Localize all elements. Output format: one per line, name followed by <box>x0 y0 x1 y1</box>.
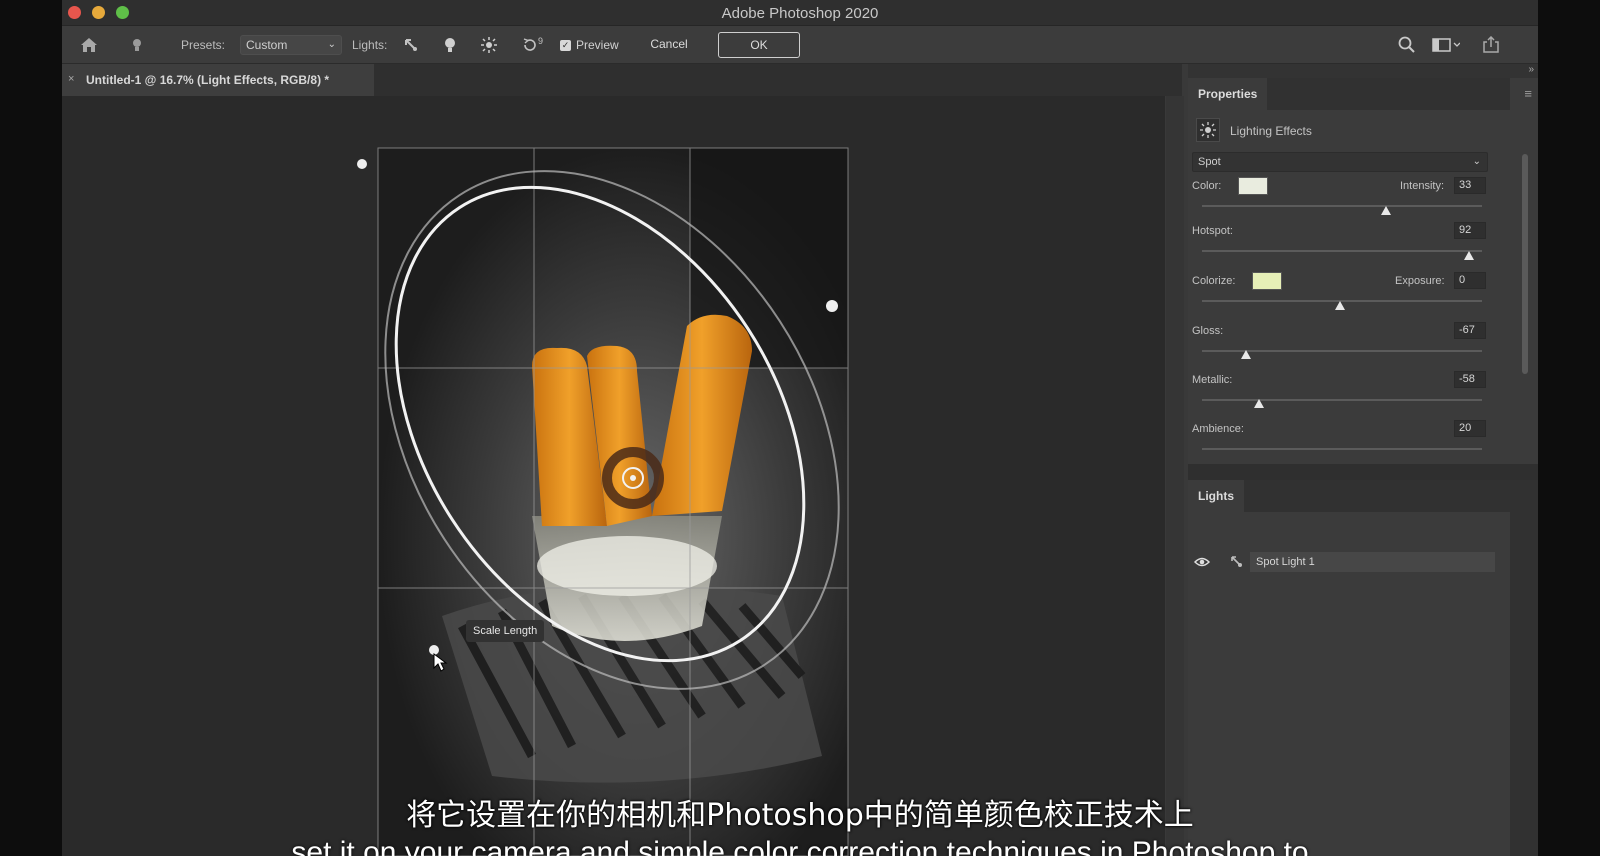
light-type-dropdown[interactable]: Spot ⌄ <box>1192 152 1488 172</box>
light-type-value: Spot <box>1198 156 1221 168</box>
search-icon <box>1398 36 1415 53</box>
gloss-value[interactable]: -67 <box>1454 322 1486 339</box>
close-tab-icon[interactable]: × <box>68 73 74 85</box>
preview-checkbox[interactable]: ✓ Preview <box>560 26 619 64</box>
metallic-slider-thumb[interactable] <box>1254 399 1264 408</box>
share-icon <box>1483 36 1499 53</box>
panel-divider <box>1188 464 1538 480</box>
workspace-icon <box>1432 38 1460 52</box>
add-spot-light-button[interactable] <box>403 26 419 64</box>
properties-scrollbar[interactable] <box>1522 154 1528 374</box>
exposure-value[interactable]: 0 <box>1454 272 1486 289</box>
add-point-light-button[interactable] <box>444 26 456 64</box>
eye-icon[interactable] <box>1194 556 1210 568</box>
panel-collapse-strip[interactable]: » <box>1188 64 1538 78</box>
exposure-label: Exposure: <box>1395 275 1445 287</box>
workspace-button[interactable] <box>1432 26 1460 64</box>
intensity-slider-track[interactable] <box>1202 205 1482 207</box>
title-bar: Adobe Photoshop 2020 <box>62 0 1538 26</box>
search-button[interactable] <box>1398 26 1416 64</box>
collapse-icon[interactable]: » <box>1528 64 1534 75</box>
lighting-effects-icon <box>1196 118 1220 142</box>
infinite-light-icon <box>481 37 497 53</box>
presets-value: Custom <box>246 38 288 52</box>
home-icon <box>81 38 97 52</box>
presets-dropdown[interactable]: Custom ⌄ <box>240 35 342 55</box>
intensity-value[interactable]: 33 <box>1454 177 1486 194</box>
intensity-label: Intensity: <box>1400 180 1445 192</box>
options-bar: Presets: Custom ⌄ Lights: 9 ✓ Preview Ca… <box>62 26 1538 64</box>
light-list-item[interactable]: Spot Light 1 <box>1188 552 1510 574</box>
exposure-slider-thumb[interactable] <box>1335 301 1345 310</box>
ellipse-handle-right[interactable] <box>826 300 838 312</box>
reset-superscript: 9 <box>538 36 544 46</box>
colorize-label: Colorize: <box>1192 275 1236 287</box>
chevron-down-icon: ⌄ <box>327 39 336 50</box>
canvas-scrollbar[interactable] <box>1166 96 1184 856</box>
share-button[interactable] <box>1482 26 1500 64</box>
scale-length-tooltip: Scale Length <box>466 620 545 642</box>
chevron-down-icon: ⌄ <box>1472 156 1481 167</box>
canvas-image[interactable] <box>62 96 1165 856</box>
checkmark-icon: ✓ <box>560 39 571 51</box>
ellipse-handle-top[interactable] <box>357 159 367 169</box>
document-tab-bar: × Untitled-1 @ 16.7% (Light Effects, RGB… <box>62 64 1182 96</box>
gloss-label: Gloss: <box>1192 325 1224 337</box>
metallic-label: Metallic: <box>1192 374 1233 386</box>
spot-light-icon <box>1231 556 1242 567</box>
hotspot-value[interactable]: 92 <box>1454 222 1486 239</box>
properties-header: Properties <box>1188 78 1510 110</box>
effect-name: Lighting Effects <box>1230 124 1312 138</box>
ambience-slider-track[interactable] <box>1202 448 1482 450</box>
canvas-area[interactable]: Scale Length <box>62 96 1165 856</box>
gloss-slider-thumb[interactable] <box>1241 350 1251 359</box>
tab-lights[interactable]: Lights <box>1188 480 1244 512</box>
cancel-button[interactable]: Cancel <box>634 32 704 58</box>
color-swatch[interactable] <box>1238 177 1268 195</box>
metallic-value[interactable]: -58 <box>1454 371 1486 388</box>
light-name[interactable]: Spot Light 1 <box>1250 552 1495 572</box>
properties-menu-icon[interactable]: ≡ <box>1524 86 1532 101</box>
hotspot-label: Hotspot: <box>1192 225 1233 237</box>
hotspot-slider-track[interactable] <box>1202 250 1482 252</box>
ambience-value[interactable]: 20 <box>1454 420 1486 437</box>
spot-light-icon <box>405 39 417 51</box>
reset-lights-button[interactable]: 9 <box>522 26 543 64</box>
ok-button[interactable]: OK <box>718 32 800 58</box>
intensity-slider-thumb[interactable] <box>1381 206 1391 215</box>
hotspot-slider-thumb[interactable] <box>1464 251 1474 260</box>
subtitle-english: set it on your camera and simple color c… <box>291 836 1309 856</box>
app-title: Adobe Photoshop 2020 <box>721 5 879 22</box>
point-light-icon <box>445 38 455 52</box>
subtitle-chinese: 将它设置在你的相机和Photoshop中的简单颜色校正技术上 <box>406 798 1194 833</box>
metallic-slider-track[interactable] <box>1202 399 1482 401</box>
color-label: Color: <box>1192 180 1222 192</box>
home-button[interactable] <box>80 26 98 64</box>
colorize-swatch[interactable] <box>1252 272 1282 290</box>
presets-label: Presets: <box>181 38 226 52</box>
add-infinite-light-button[interactable] <box>481 26 497 64</box>
document-title: Untitled-1 @ 16.7% (Light Effects, RGB/8… <box>86 73 330 87</box>
ambience-label: Ambience: <box>1192 423 1244 435</box>
lights-header: Lights <box>1188 480 1510 512</box>
lights-label: Lights: <box>352 38 388 52</box>
photoshop-window: Adobe Photoshop 2020 Presets: Custom ⌄ L… <box>62 0 1538 856</box>
reset-icon <box>523 38 536 51</box>
tool-preset-button[interactable] <box>132 26 142 64</box>
document-tab[interactable]: × Untitled-1 @ 16.7% (Light Effects, RGB… <box>62 64 374 96</box>
right-panel: » Properties ≡ Lighting Effects Spot ⌄ C… <box>1188 64 1538 856</box>
lightbulb-icon <box>133 39 141 51</box>
tab-properties[interactable]: Properties <box>1188 78 1268 110</box>
preview-label: Preview <box>576 38 619 52</box>
